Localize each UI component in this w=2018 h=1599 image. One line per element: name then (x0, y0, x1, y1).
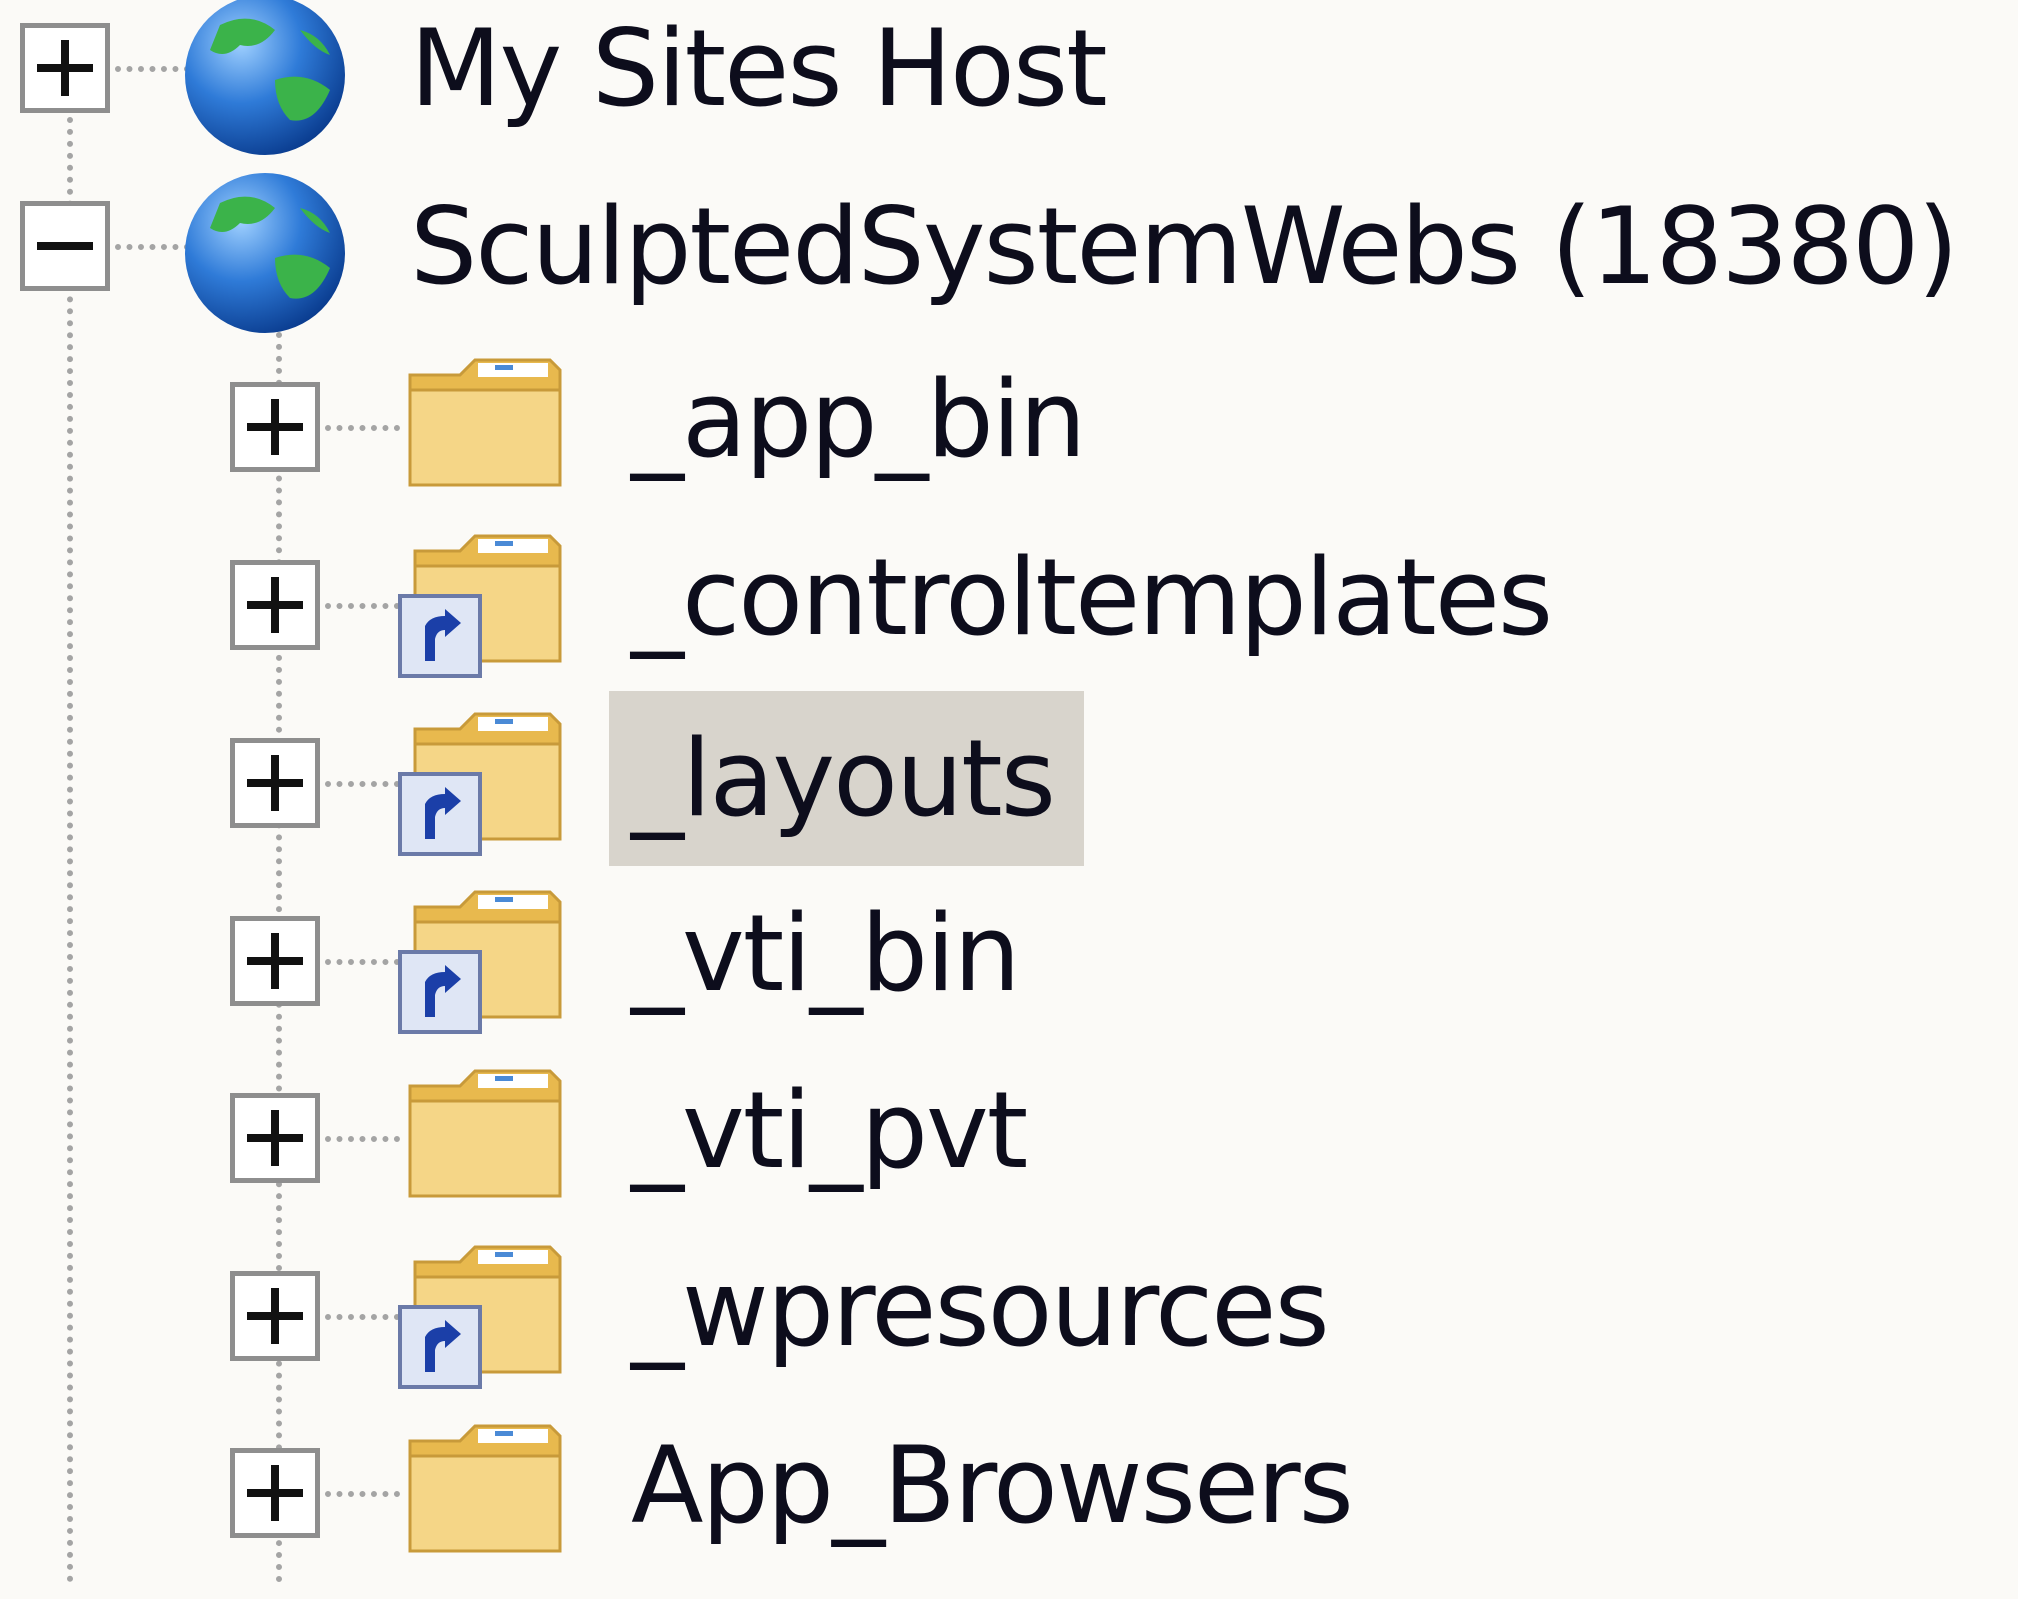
tree-node-label[interactable]: _controltemplates (615, 533, 1567, 663)
tree-node-label[interactable]: App_Browsers (615, 1421, 1368, 1551)
expand-button[interactable] (230, 1271, 320, 1361)
globe-icon (185, 173, 345, 333)
folder-shortcut-icon (398, 1245, 562, 1389)
tree-node-label[interactable]: _app_bin (615, 355, 1100, 485)
globe-icon (185, 0, 345, 155)
expand-button[interactable] (20, 23, 110, 113)
tree-node-vti-bin[interactable]: _vti_bin (0, 889, 2018, 1067)
folder-icon (408, 1069, 562, 1198)
expand-button[interactable] (230, 738, 320, 828)
tree-connector-h (325, 1491, 400, 1497)
folder-icon (408, 1424, 562, 1553)
tree-node-label-selected[interactable]: _layouts (609, 691, 1084, 866)
tree-connector-h (115, 66, 190, 72)
tree-node-label[interactable]: My Sites Host (394, 4, 1122, 134)
tree-connector-h (325, 425, 400, 431)
folder-shortcut-icon (398, 712, 562, 856)
expand-button[interactable] (230, 1448, 320, 1538)
tree-node-label[interactable]: _wpresources (615, 1244, 1344, 1374)
tree-node-my-sites-host[interactable]: My Sites Host (0, 0, 2018, 178)
tree-node-label[interactable]: _vti_bin (615, 889, 1035, 1019)
expand-button[interactable] (230, 560, 320, 650)
tree-node-vti-pvt[interactable]: _vti_pvt (0, 1066, 2018, 1244)
tree-node-label[interactable]: _vti_pvt (615, 1066, 1042, 1196)
folder-icon (408, 358, 562, 487)
expand-button[interactable] (230, 1093, 320, 1183)
folder-shortcut-icon (398, 534, 562, 678)
collapse-button[interactable] (20, 201, 110, 291)
tree-node-app-browsers[interactable]: App_Browsers (0, 1421, 2018, 1599)
tree-node-layouts[interactable]: _layouts (0, 691, 2018, 889)
tree-view: My Sites Host SculptedSystemWebs (18380)… (0, 0, 2018, 1583)
tree-node-controltemplates[interactable]: _controltemplates (0, 533, 2018, 711)
tree-connector-h (115, 244, 190, 250)
folder-shortcut-icon (398, 890, 562, 1034)
tree-connector-h (325, 603, 400, 609)
tree-node-wpresources[interactable]: _wpresources (0, 1244, 2018, 1422)
tree-connector-h (325, 1136, 400, 1142)
expand-button[interactable] (230, 916, 320, 1006)
tree-connector-h (325, 1314, 400, 1320)
tree-connector-h (325, 781, 400, 787)
tree-node-label[interactable]: SculptedSystemWebs (18380) (394, 182, 1973, 312)
tree-node-sculptedsystemwebs[interactable]: SculptedSystemWebs (18380) (0, 173, 2018, 356)
tree-node-app-bin[interactable]: _app_bin (0, 355, 2018, 533)
expand-button[interactable] (230, 382, 320, 472)
tree-connector-h (325, 959, 400, 965)
